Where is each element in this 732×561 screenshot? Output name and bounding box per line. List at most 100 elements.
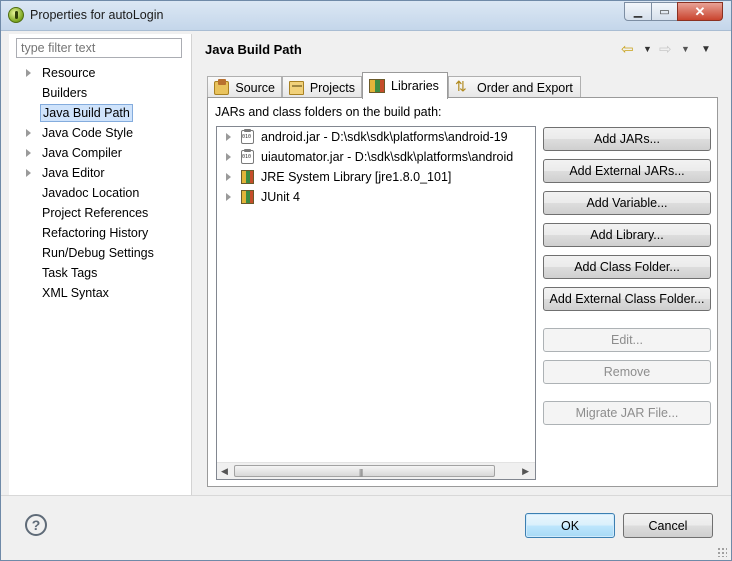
tree-item-uiautomator-jar[interactable]: uiautomator.jar - D:\sdk\sdk\platforms\a…: [217, 147, 535, 167]
window-title: Properties for autoLogin: [30, 8, 164, 22]
sidebar-item-resource[interactable]: Resource: [9, 64, 192, 83]
button-label: Add External Class Folder...: [549, 292, 705, 306]
footer-divider: [1, 495, 731, 496]
add-variable-button[interactable]: Add Variable...: [543, 191, 711, 215]
add-external-jars-button[interactable]: Add External JARs...: [543, 159, 711, 183]
close-button[interactable]: ✕: [677, 2, 723, 21]
sidebar-item-label: Run/Debug Settings: [42, 246, 154, 260]
tree-item-label: JUnit 4: [261, 190, 300, 204]
panel-caption: JARs and class folders on the build path…: [215, 105, 442, 119]
scroll-thumb[interactable]: |||: [234, 465, 495, 477]
jar-icon: [241, 129, 254, 144]
sidebar-item-java-compiler[interactable]: Java Compiler: [9, 144, 192, 163]
library-icon: [241, 170, 254, 184]
resize-grip-icon[interactable]: [717, 547, 727, 557]
close-icon: ✕: [694, 3, 706, 19]
help-button[interactable]: ?: [25, 514, 47, 536]
source-folder-icon: [214, 78, 230, 95]
minimize-icon: ▁: [633, 6, 643, 18]
tree-item-jre-system-library[interactable]: JRE System Library [jre1.8.0_101]: [217, 167, 535, 187]
expand-arrow-icon[interactable]: [26, 69, 31, 77]
sidebar-item-label: XML Syntax: [42, 286, 109, 300]
button-label: Add External JARs...: [569, 164, 685, 178]
tab-libraries[interactable]: Libraries: [362, 72, 448, 99]
sidebar-item-label: Java Build Path: [40, 104, 133, 122]
tab-bar: Source Projects Libraries Order and Expo…: [207, 72, 727, 99]
button-label: Add Variable...: [586, 196, 668, 210]
add-external-class-folder-button[interactable]: Add External Class Folder...: [543, 287, 711, 311]
ok-button[interactable]: OK: [525, 513, 615, 538]
sidebar-item-java-build-path[interactable]: Java Build Path: [9, 104, 192, 123]
grip-icon: |||: [359, 468, 363, 477]
maximize-icon: ▭: [659, 6, 670, 18]
view-menu-icon[interactable]: ▼: [701, 44, 711, 55]
expand-arrow-icon[interactable]: [226, 133, 231, 141]
eclipse-app-icon: [8, 7, 24, 23]
sidebar-item-run-debug-settings[interactable]: Run/Debug Settings: [9, 244, 192, 263]
sidebar-item-java-code-style[interactable]: Java Code Style: [9, 124, 192, 143]
sidebar-item-java-editor[interactable]: Java Editor: [9, 164, 192, 183]
tree-item-junit4[interactable]: JUnit 4: [217, 187, 535, 207]
expand-arrow-icon[interactable]: [26, 129, 31, 137]
button-label: OK: [560, 518, 580, 533]
sidebar-item-label: Resource: [42, 66, 96, 80]
expand-arrow-icon[interactable]: [26, 169, 31, 177]
button-label: Edit...: [611, 333, 643, 347]
tree-item-label: JRE System Library [jre1.8.0_101]: [261, 170, 452, 184]
horizontal-scrollbar[interactable]: ◀ ||| ▶: [217, 462, 535, 479]
expand-arrow-icon[interactable]: [26, 149, 31, 157]
sidebar-item-javadoc-location[interactable]: Javadoc Location: [9, 184, 192, 203]
expand-arrow-icon[interactable]: [226, 173, 231, 181]
sidebar-item-label: Java Code Style: [42, 126, 134, 140]
tab-label: Source: [235, 80, 275, 95]
libraries-icon: [369, 79, 385, 93]
jar-icon: [241, 149, 254, 164]
back-arrow-icon[interactable]: ⇦: [621, 42, 634, 58]
expand-arrow-icon[interactable]: [226, 193, 231, 201]
expand-arrow-icon[interactable]: [226, 153, 231, 161]
migrate-jar-file-button[interactable]: Migrate JAR File...: [543, 401, 711, 425]
back-dropdown-icon[interactable]: ▼: [643, 44, 652, 54]
title-bar[interactable]: Properties for autoLogin ▁ ▭ ✕: [1, 1, 731, 31]
add-library-button[interactable]: Add Library...: [543, 223, 711, 247]
minimize-button[interactable]: ▁: [624, 2, 652, 21]
properties-dialog: Properties for autoLogin ▁ ▭ ✕ Resource …: [0, 0, 732, 561]
forward-dropdown-icon[interactable]: ▼: [681, 44, 690, 54]
filter-input[interactable]: [16, 38, 182, 58]
sidebar-item-builders[interactable]: Builders: [9, 84, 192, 103]
sidebar-item-label: Javadoc Location: [42, 186, 140, 200]
page-navigation: ⇦ ▼ ⇨ ▼ ▼: [621, 42, 716, 58]
tree-item-android-jar[interactable]: android.jar - D:\sdk\sdk\platforms\andro…: [217, 127, 535, 147]
build-path-tree[interactable]: android.jar - D:\sdk\sdk\platforms\andro…: [216, 126, 536, 480]
button-label: Add JARs...: [594, 132, 660, 146]
sidebar-item-label: Java Editor: [42, 166, 105, 180]
add-jars-button[interactable]: Add JARs...: [543, 127, 711, 151]
scroll-left-icon[interactable]: ◀: [221, 466, 228, 477]
cancel-button[interactable]: Cancel: [623, 513, 713, 538]
library-icon: [241, 190, 254, 204]
tree-item-label: android.jar - D:\sdk\sdk\platforms\andro…: [261, 130, 508, 144]
sidebar-item-label: Builders: [42, 86, 88, 100]
add-class-folder-button[interactable]: Add Class Folder...: [543, 255, 711, 279]
order-export-icon: [455, 78, 471, 95]
sidebar-item-refactoring-history[interactable]: Refactoring History: [9, 224, 192, 243]
sidebar-item-xml-syntax[interactable]: XML Syntax: [9, 284, 192, 303]
tab-projects[interactable]: Projects: [282, 76, 362, 98]
tab-source[interactable]: Source: [207, 76, 282, 98]
button-label: Add Library...: [590, 228, 664, 242]
sidebar-item-label: Refactoring History: [42, 226, 149, 240]
maximize-button[interactable]: ▭: [651, 2, 678, 21]
help-icon: ?: [31, 517, 41, 533]
tab-order-and-export[interactable]: Order and Export: [448, 76, 581, 98]
forward-arrow-icon[interactable]: ⇨: [659, 42, 672, 58]
edit-button[interactable]: Edit...: [543, 328, 711, 352]
scroll-right-icon[interactable]: ▶: [522, 466, 529, 477]
sidebar-item-task-tags[interactable]: Task Tags: [9, 264, 192, 283]
sidebar-item-label: Java Compiler: [42, 146, 122, 160]
property-page: Java Build Path ⇦ ▼ ⇨ ▼ ▼ Source Project…: [193, 34, 723, 495]
tree-item-label: uiautomator.jar - D:\sdk\sdk\platforms\a…: [261, 150, 514, 164]
button-label: Cancel: [648, 518, 688, 533]
libraries-panel: JARs and class folders on the build path…: [207, 97, 718, 487]
sidebar-item-project-references[interactable]: Project References: [9, 204, 192, 223]
remove-button[interactable]: Remove: [543, 360, 711, 384]
